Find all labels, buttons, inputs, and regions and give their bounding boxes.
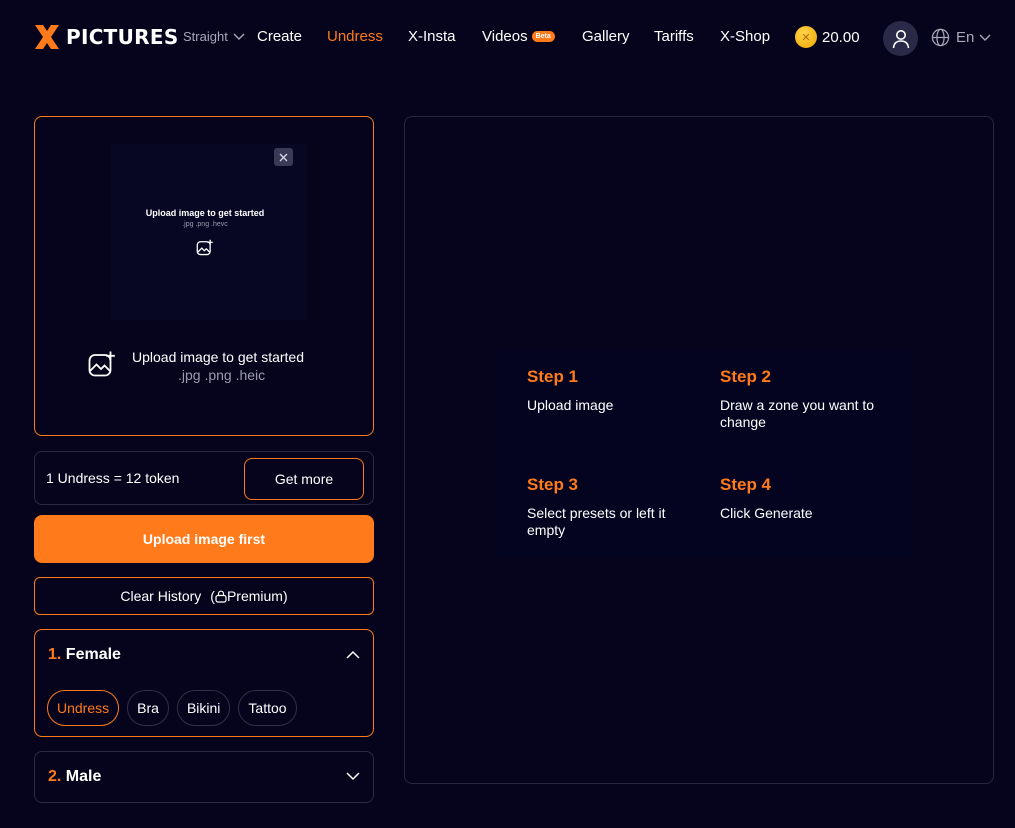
step-desc: Draw a zone you want to change [720, 397, 875, 430]
panel-title: Female [65, 646, 121, 663]
upload-first-button[interactable]: Upload image first [34, 515, 374, 563]
premium-label: Premium [226, 588, 283, 604]
chevron-up-icon[interactable] [346, 650, 360, 659]
user-avatar[interactable] [883, 21, 918, 56]
preview-formats: .jpg .png .hevc [182, 221, 228, 228]
lock-icon [215, 590, 227, 603]
coin-icon: ✕ [795, 26, 817, 48]
step-desc: Click Generate [720, 505, 813, 521]
close-preview-button[interactable] [274, 148, 293, 166]
upload-formats: .jpg .png .heic [178, 367, 266, 383]
step-desc: Upload image [527, 397, 614, 413]
main-nav: Create Undress X-Insta Videos Beta Galler… [0, 28, 1015, 48]
preset-panel-female: 1. Female Undress Bra Bikini Tattoo [34, 629, 374, 737]
upload-title: Upload image to get started [132, 349, 304, 365]
chip-bra[interactable]: Bra [127, 690, 169, 726]
nav-x-shop[interactable]: X-Shop [720, 28, 770, 45]
chip-bikini[interactable]: Bikini [176, 690, 231, 726]
step-1: Step 1 Upload image [527, 367, 707, 414]
nav-tariffs[interactable]: Tariffs [654, 28, 694, 45]
preset-chips: Undress Bra Bikini Tattoo [47, 690, 305, 726]
step-desc: Select presets or left it empty [527, 505, 666, 538]
chevron-down-icon [979, 34, 991, 41]
nav-gallery[interactable]: Gallery [582, 28, 630, 45]
nav-undress[interactable]: Undress [327, 28, 383, 45]
beta-badge: Beta [531, 31, 555, 42]
panel-number: 1. [48, 646, 62, 663]
editor-canvas[interactable]: Step 1 Upload image Step 2 Draw a zone y… [404, 116, 994, 784]
panel-header-male[interactable]: 2. Male [48, 768, 101, 786]
upload-dropzone[interactable]: Upload image to get started .jpg .png .h… [34, 116, 374, 436]
globe-icon [931, 28, 950, 47]
image-upload-icon [196, 239, 213, 256]
step-title: Step 1 [527, 367, 579, 386]
top-navbar: PICTURES Straight Create Undress X-Insta… [0, 0, 1015, 76]
chip-undress[interactable]: Undress [47, 690, 120, 726]
user-icon [892, 29, 909, 48]
language-selector[interactable]: En [931, 28, 991, 47]
chip-tattoo[interactable]: Tattoo [238, 690, 297, 726]
coin-value: 20.00 [822, 28, 860, 46]
step-2: Step 2 Draw a zone you want to change [720, 367, 880, 431]
step-title: Step 3 [527, 475, 579, 494]
panel-number: 2. [48, 768, 62, 785]
image-preview [111, 144, 307, 320]
coin-balance[interactable]: ✕ 20.00 [795, 26, 860, 48]
panel-header-female[interactable]: 1. Female [48, 646, 121, 664]
clear-history-label: Clear History [120, 588, 202, 604]
premium-lock: ( Premium) [210, 588, 288, 604]
preset-panel-male[interactable]: 2. Male [34, 751, 374, 803]
chevron-down-icon[interactable] [346, 772, 360, 781]
nav-videos-label: Videos [482, 28, 528, 45]
nav-videos[interactable]: Videos Beta [482, 28, 555, 45]
panel-title: Male [65, 768, 102, 785]
clear-history-button[interactable]: Clear History ( Premium) [34, 577, 374, 615]
nav-create[interactable]: Create [257, 28, 302, 45]
preview-title: Upload image to get started [145, 208, 265, 218]
token-info: 1 Undress = 12 token Get more [34, 451, 374, 505]
step-title: Step 4 [720, 475, 772, 494]
step-3: Step 3 Select presets or left it empty [527, 475, 687, 539]
token-cost: 1 Undress = 12 token [46, 470, 180, 486]
step-title: Step 2 [720, 367, 772, 386]
steps-guide: Step 1 Upload image Step 2 Draw a zone y… [494, 350, 914, 556]
get-more-button[interactable]: Get more [244, 458, 364, 500]
nav-x-insta[interactable]: X-Insta [408, 28, 456, 45]
language-label: En [956, 29, 975, 46]
close-icon [279, 153, 288, 161]
image-upload-icon [88, 351, 115, 377]
step-4: Step 4 Click Generate [720, 475, 900, 522]
